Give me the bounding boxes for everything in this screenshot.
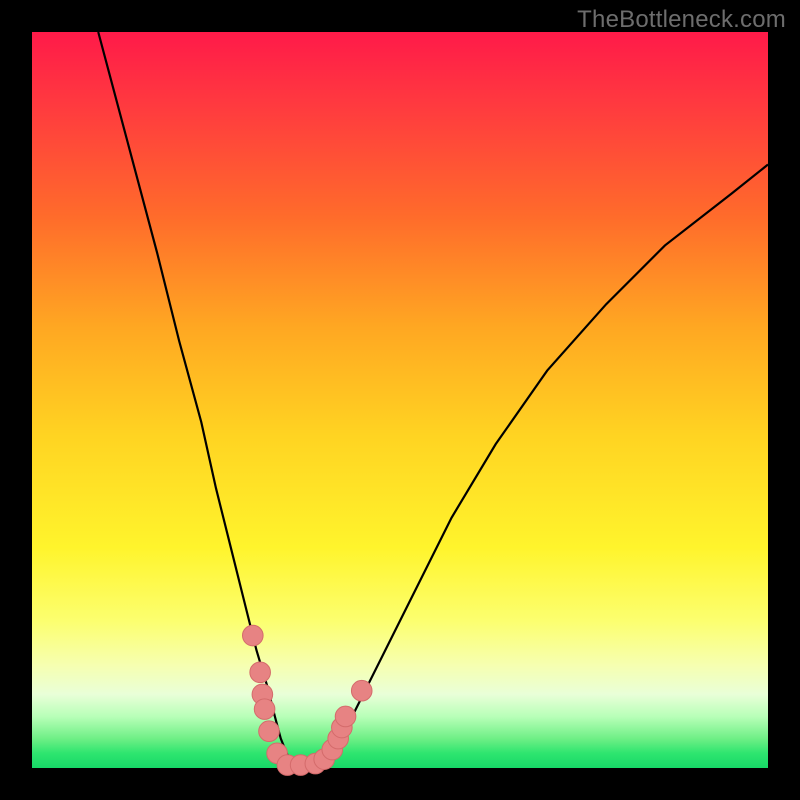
data-marker bbox=[243, 625, 264, 646]
watermark-text: TheBottleneck.com bbox=[577, 6, 786, 34]
data-marker bbox=[250, 662, 271, 683]
data-marker bbox=[351, 680, 372, 701]
data-marker bbox=[259, 721, 280, 742]
chart-frame: TheBottleneck.com bbox=[0, 0, 800, 800]
data-marker bbox=[254, 699, 275, 720]
marker-group bbox=[243, 625, 373, 775]
marker-layer bbox=[32, 32, 768, 768]
data-marker bbox=[335, 706, 356, 727]
plot-area bbox=[32, 32, 768, 768]
